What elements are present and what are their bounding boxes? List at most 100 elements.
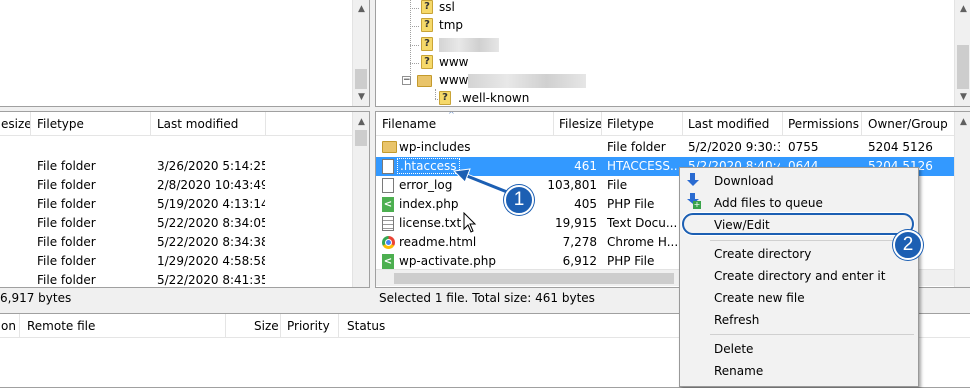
scroll-up-icon[interactable]: ▲ bbox=[353, 1, 369, 17]
file-icon bbox=[382, 178, 394, 193]
column-last-modified[interactable]: Last modified bbox=[157, 117, 238, 131]
cell-filetype: File folder bbox=[37, 178, 96, 192]
scroll-thumb[interactable] bbox=[355, 130, 367, 146]
remote-tree-scrollbar[interactable]: ▲ ▼ bbox=[954, 0, 970, 106]
local-file-list[interactable]: esize Filetype Last modified File folder… bbox=[0, 111, 370, 288]
cell-filesize: 103,801 bbox=[547, 178, 597, 192]
remote-tree-pane[interactable]: ? ssl ? tmp ? ? www − www ? .well-known … bbox=[375, 0, 970, 107]
scroll-thumb[interactable] bbox=[355, 69, 367, 89]
scroll-down-icon[interactable]: ▼ bbox=[353, 89, 369, 105]
cell-modified: 2/8/2020 10:43:49 ... bbox=[157, 178, 265, 192]
cell-modified: 1/29/2020 4:58:58 ... bbox=[157, 254, 265, 268]
cell-filetype: File folder bbox=[37, 216, 96, 230]
table-row[interactable]: File folder 2/8/2020 10:43:49 ... bbox=[0, 176, 352, 195]
table-row[interactable]: File folder 5/22/2020 8:34:05 ... bbox=[0, 214, 352, 233]
scroll-thumb[interactable] bbox=[957, 45, 969, 89]
cell-modified: 5/22/2020 8:41:35 ... bbox=[157, 273, 265, 287]
unknown-folder-icon: ? bbox=[421, 18, 433, 32]
collapse-icon[interactable]: − bbox=[402, 76, 411, 85]
download-arrow-icon bbox=[687, 173, 699, 187]
text-file-icon bbox=[382, 216, 394, 231]
scroll-thumb[interactable] bbox=[394, 273, 674, 284]
file-icon bbox=[382, 159, 394, 174]
tree-item-label: .well-known bbox=[458, 91, 530, 105]
scroll-down-icon[interactable]: ▼ bbox=[955, 89, 970, 105]
column-last-modified[interactable]: Last modified bbox=[688, 117, 769, 131]
local-tree-pane[interactable]: ▲ ▼ bbox=[0, 0, 370, 107]
table-row[interactable]: File folder 1/29/2020 4:58:58 ... bbox=[0, 252, 352, 271]
cell-filesize: 7,278 bbox=[562, 235, 597, 249]
sort-ascending-icon: ^ bbox=[448, 111, 455, 119]
remote-list-scrollbar[interactable]: ▲ bbox=[954, 112, 970, 287]
local-status-bar: 6,917 bytes bbox=[0, 288, 370, 310]
column-filesize[interactable]: esize bbox=[1, 117, 32, 131]
cell-filetype: PHP File bbox=[607, 254, 655, 268]
cell-owner: 5204 5126 bbox=[868, 140, 933, 154]
menu-item-refresh[interactable]: Refresh bbox=[714, 313, 759, 327]
column-filetype[interactable]: Filetype bbox=[607, 117, 654, 131]
cell-filesize: 19,915 bbox=[555, 216, 597, 230]
annotation-badge-2: 2 bbox=[893, 230, 923, 260]
menu-item-create-new-file[interactable]: Create new file bbox=[714, 291, 805, 305]
redacted-label bbox=[439, 38, 499, 52]
redacted-label bbox=[468, 74, 586, 88]
cell-modified: 3/26/2020 5:14:25 ... bbox=[157, 159, 265, 173]
column-owner-group[interactable]: Owner/Group bbox=[868, 117, 948, 131]
context-menu: Download + Add files to queue View/Edit … bbox=[679, 167, 919, 387]
add-to-queue-icon: + bbox=[687, 193, 701, 209]
mouse-cursor-icon bbox=[463, 212, 477, 233]
tree-item-label: ssl bbox=[439, 0, 455, 14]
table-row[interactable]: File folder 5/22/2020 8:41:35 ... bbox=[0, 271, 352, 287]
local-list-header: esize Filetype Last modified bbox=[0, 112, 352, 136]
vscode-file-icon: < bbox=[382, 197, 394, 212]
cell-modified: 5/19/2020 4:13:14 ... bbox=[157, 197, 265, 211]
local-list-scrollbar[interactable]: ▲ bbox=[352, 112, 369, 287]
cell-modified: 5/2/2020 9:30:3... bbox=[688, 140, 780, 154]
column-direction[interactable]: on bbox=[1, 319, 16, 333]
menu-item-create-directory-enter[interactable]: Create directory and enter it bbox=[714, 269, 885, 283]
scroll-up-icon[interactable]: ▲ bbox=[353, 114, 369, 130]
menu-item-delete[interactable]: Delete bbox=[714, 342, 753, 356]
chrome-icon bbox=[382, 236, 395, 249]
remote-list-header: Filename ^ Filesize Filetype Last modifi… bbox=[376, 112, 954, 136]
column-priority[interactable]: Priority bbox=[287, 319, 330, 333]
scroll-up-icon[interactable]: ▲ bbox=[955, 1, 970, 17]
cell-filetype: File folder bbox=[37, 159, 96, 173]
remote-status-text: Selected 1 file. Total size: 461 bytes bbox=[379, 291, 595, 305]
folder-icon bbox=[382, 141, 397, 153]
column-size[interactable]: Size bbox=[254, 319, 279, 333]
cell-filename: license.txt bbox=[399, 216, 462, 230]
menu-item-view-edit[interactable]: View/Edit bbox=[714, 218, 770, 232]
cell-filetype: File folder bbox=[607, 140, 666, 154]
column-filesize[interactable]: Filesize bbox=[559, 117, 602, 131]
column-status[interactable]: Status bbox=[347, 319, 385, 333]
column-remote-file[interactable]: Remote file bbox=[27, 319, 95, 333]
unknown-folder-icon: ? bbox=[421, 55, 433, 69]
cell-filename: readme.html bbox=[399, 235, 477, 249]
unknown-folder-icon: ? bbox=[421, 37, 433, 51]
cell-filetype: File folder bbox=[37, 254, 96, 268]
column-permissions[interactable]: Permissions bbox=[788, 117, 859, 131]
menu-item-rename[interactable]: Rename bbox=[714, 364, 763, 378]
cell-filesize: 405 bbox=[574, 197, 597, 211]
unknown-folder-icon: ? bbox=[439, 91, 451, 105]
cell-modified: 5/22/2020 8:34:38 ... bbox=[157, 235, 265, 249]
annotation-badge-1: 1 bbox=[504, 185, 534, 215]
menu-item-add-to-queue[interactable]: Add files to queue bbox=[714, 196, 823, 210]
cell-filesize: 461 bbox=[574, 159, 597, 173]
menu-item-create-directory[interactable]: Create directory bbox=[714, 247, 811, 261]
table-row[interactable]: File folder 3/26/2020 5:14:25 ... bbox=[0, 157, 352, 176]
unknown-folder-icon: ? bbox=[421, 0, 433, 14]
table-row[interactable]: File folder 5/22/2020 8:34:38 ... bbox=[0, 233, 352, 252]
cell-filetype: File bbox=[607, 178, 628, 192]
tree-item-label: www bbox=[439, 55, 469, 69]
local-tree-scrollbar[interactable]: ▲ ▼ bbox=[352, 0, 369, 106]
cell-filetype: Text Docu... bbox=[607, 216, 678, 230]
column-filetype[interactable]: Filetype bbox=[37, 117, 84, 131]
scroll-up-icon[interactable]: ▲ bbox=[955, 114, 970, 130]
column-filename[interactable]: Filename bbox=[382, 117, 436, 131]
cell-permissions: 0755 bbox=[788, 140, 819, 154]
cell-filesize: 6,912 bbox=[562, 254, 597, 268]
menu-item-download[interactable]: Download bbox=[714, 174, 774, 188]
table-row[interactable]: File folder 5/19/2020 4:13:14 ... bbox=[0, 195, 352, 214]
